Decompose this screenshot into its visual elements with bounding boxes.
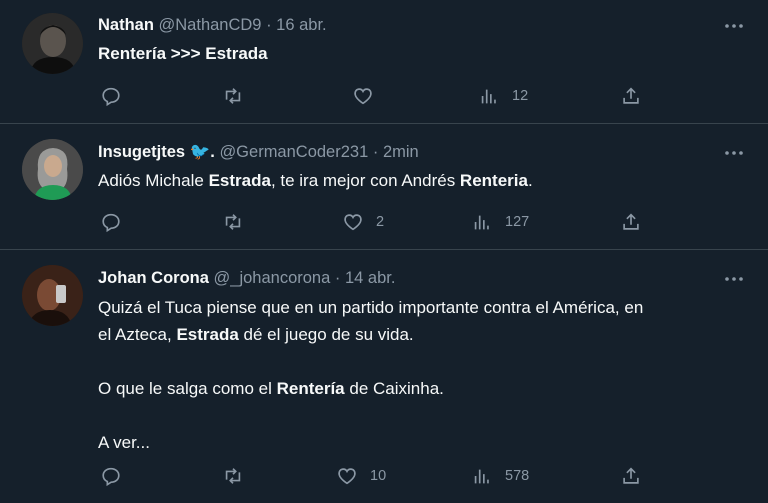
tweet-1[interactable]: Nathan @NathanCD9 · 16 abr. Rentería >>>… bbox=[0, 0, 768, 123]
reply-button[interactable] bbox=[100, 210, 134, 234]
heart-icon bbox=[354, 88, 372, 105]
text-line: A ver... bbox=[98, 433, 150, 452]
tweet-actions: 10 578 bbox=[98, 464, 658, 488]
tweet-text: Rentería >>> Estrada bbox=[98, 40, 748, 67]
reply-button[interactable] bbox=[100, 84, 134, 108]
more-icon[interactable] bbox=[722, 269, 746, 289]
share-icon bbox=[623, 87, 639, 104]
share-icon bbox=[623, 213, 639, 230]
heart-icon bbox=[344, 214, 362, 231]
more-icon[interactable] bbox=[722, 143, 746, 163]
share-button[interactable] bbox=[620, 464, 642, 488]
separator-dot: · bbox=[334, 269, 341, 287]
like-button[interactable]: 10 bbox=[336, 464, 386, 488]
more-icon[interactable] bbox=[722, 16, 746, 36]
author-handle[interactable]: @_johancorona bbox=[214, 269, 331, 287]
avatar[interactable] bbox=[22, 265, 83, 326]
text-segment: de Caixinha. bbox=[344, 379, 444, 398]
text-bold: Estrada bbox=[176, 325, 239, 344]
views-button[interactable]: 12 bbox=[478, 84, 528, 108]
views-icon bbox=[481, 89, 496, 104]
author-handle[interactable]: @GermanCoder231 bbox=[219, 143, 368, 161]
retweet-button[interactable] bbox=[222, 210, 256, 234]
text-segment: el Azteca, bbox=[98, 325, 177, 344]
views-count: 578 bbox=[505, 468, 530, 484]
text-segment: dé el juego de su vida. bbox=[238, 325, 414, 344]
views-button[interactable]: 127 bbox=[471, 210, 529, 234]
reply-icon bbox=[102, 213, 120, 233]
author-name[interactable]: Insugetjtes bbox=[98, 143, 185, 161]
retweet-icon bbox=[225, 88, 241, 104]
tweet-header: Insugetjtes 🐦. @GermanCoder231 · 2min bbox=[98, 142, 419, 162]
heart-icon bbox=[338, 468, 356, 485]
like-count: 10 bbox=[370, 468, 387, 484]
share-button[interactable] bbox=[620, 84, 642, 108]
views-icon bbox=[474, 469, 489, 484]
tweet-actions: 2 127 bbox=[98, 210, 658, 234]
views-count: 12 bbox=[512, 88, 529, 104]
avatar[interactable] bbox=[22, 139, 83, 200]
text-line: O que le salga como el Rentería de Caixi… bbox=[98, 375, 748, 402]
tweet-text: Adiós Michale Estrada, te ira mejor con … bbox=[98, 167, 748, 194]
share-button[interactable] bbox=[620, 210, 642, 234]
text-segment: O que le salga como el bbox=[98, 379, 277, 398]
tweet-text: Quizá el Tuca piense que en un partido i… bbox=[98, 294, 748, 456]
text-line: Quizá el Tuca piense que en un partido i… bbox=[98, 298, 644, 317]
reply-icon bbox=[102, 467, 120, 487]
like-button[interactable] bbox=[352, 84, 386, 108]
tweet-actions: 12 bbox=[98, 84, 658, 108]
views-button[interactable]: 578 bbox=[471, 464, 529, 488]
tweet-header: Johan Corona @_johancorona · 14 abr. bbox=[98, 268, 395, 288]
text-bold: Estrada bbox=[208, 171, 271, 190]
like-count: 2 bbox=[376, 214, 385, 230]
tweet-3[interactable]: Johan Corona @_johancorona · 14 abr. Qui… bbox=[0, 250, 768, 503]
reply-icon bbox=[102, 87, 120, 107]
timestamp[interactable]: 16 abr. bbox=[276, 16, 326, 34]
views-icon bbox=[474, 215, 489, 230]
like-button[interactable]: 2 bbox=[342, 210, 384, 234]
verified-emoji: 🐦. bbox=[189, 143, 215, 161]
retweet-icon bbox=[225, 214, 241, 230]
timestamp[interactable]: 14 abr. bbox=[345, 269, 395, 287]
separator-dot: · bbox=[266, 16, 272, 34]
author-name[interactable]: Johan Corona bbox=[98, 269, 209, 287]
text-segment: . bbox=[527, 171, 533, 190]
tweet-2[interactable]: Insugetjtes 🐦. @GermanCoder231 · 2min Ad… bbox=[0, 124, 768, 249]
tweet-header: Nathan @NathanCD9 · 16 abr. bbox=[98, 15, 327, 35]
avatar[interactable] bbox=[22, 13, 83, 74]
text-bold: Renteria bbox=[459, 171, 528, 190]
timestamp[interactable]: 2min bbox=[383, 143, 419, 161]
retweet-button[interactable] bbox=[222, 84, 256, 108]
text-segment: , te ira mejor con Andrés bbox=[270, 171, 460, 190]
author-name[interactable]: Nathan bbox=[98, 16, 154, 34]
separator-dot: · bbox=[372, 143, 379, 161]
text-bold: Rentería >>> Estrada bbox=[98, 44, 268, 63]
share-icon bbox=[623, 467, 639, 484]
text-line: el Azteca, Estrada dé el juego de su vid… bbox=[98, 321, 748, 348]
retweet-button[interactable] bbox=[222, 464, 256, 488]
reply-button[interactable] bbox=[100, 464, 134, 488]
retweet-icon bbox=[225, 468, 241, 484]
views-count: 127 bbox=[505, 214, 530, 230]
text-segment: Adiós Michale bbox=[98, 171, 209, 190]
text-bold: Rentería bbox=[276, 379, 345, 398]
author-handle[interactable]: @NathanCD9 bbox=[159, 16, 262, 34]
